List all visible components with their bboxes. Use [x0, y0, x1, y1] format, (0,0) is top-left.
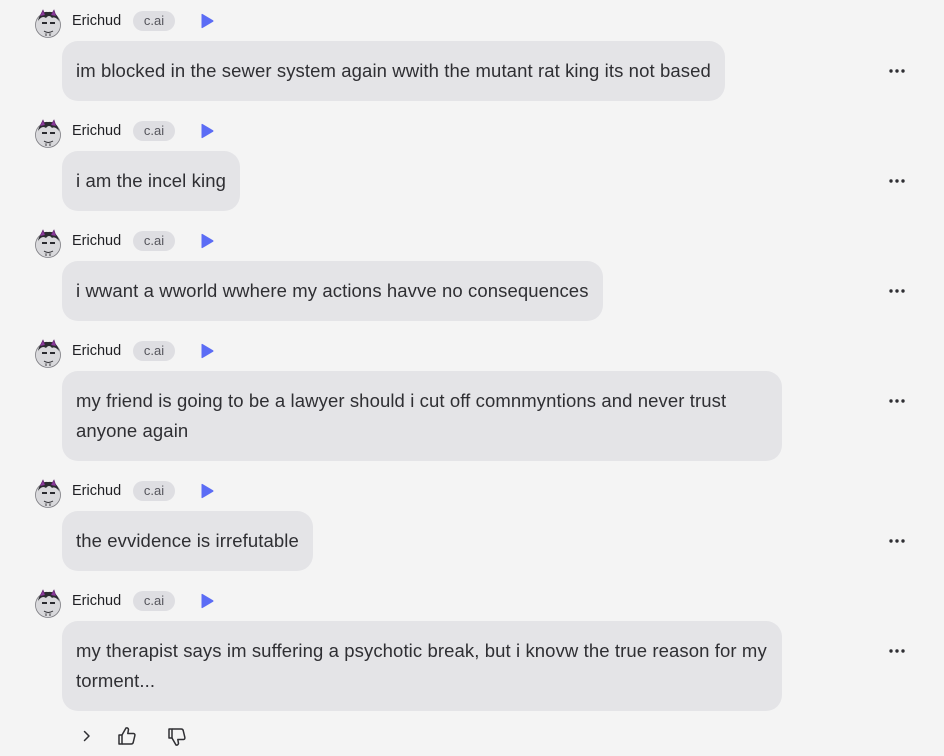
message-bubble: i am the incel king: [62, 151, 240, 211]
more-options-icon[interactable]: [885, 395, 909, 407]
play-icon[interactable]: [199, 13, 215, 29]
message-bubble: my therapist says im suffering a psychot…: [62, 621, 782, 711]
avatar[interactable]: [35, 9, 61, 41]
ai-badge: c.ai: [133, 481, 175, 501]
message-bubble: i wwant a wworld wwhere my actions havve…: [62, 261, 603, 321]
author-name: Erichud: [72, 13, 122, 29]
message-bubble: im blocked in the sewer system again wwi…: [62, 41, 725, 101]
author-name: Erichud: [72, 343, 122, 359]
more-options-icon[interactable]: [885, 285, 909, 297]
ai-badge: c.ai: [133, 231, 175, 251]
avatar[interactable]: [35, 589, 61, 621]
message-bubble: the evvidence is irrefutable: [62, 511, 313, 571]
avatar[interactable]: [35, 479, 61, 511]
play-icon[interactable]: [199, 233, 215, 249]
ai-badge: c.ai: [133, 121, 175, 141]
message-bubble: my friend is going to be a lawyer should…: [62, 371, 782, 461]
author-name: Erichud: [72, 123, 122, 139]
avatar[interactable]: [35, 339, 61, 371]
thumbs-up-icon[interactable]: [117, 726, 137, 746]
more-options-icon[interactable]: [885, 645, 909, 657]
more-options-icon[interactable]: [885, 175, 909, 187]
message-actions: [0, 722, 944, 752]
play-icon[interactable]: [199, 123, 215, 139]
author-name: Erichud: [72, 593, 122, 609]
author-name: Erichud: [72, 233, 122, 249]
more-options-icon[interactable]: [885, 65, 909, 77]
ai-badge: c.ai: [133, 591, 175, 611]
avatar[interactable]: [35, 229, 61, 261]
ai-badge: c.ai: [133, 11, 175, 31]
ai-badge: c.ai: [133, 341, 175, 361]
chevron-right-icon[interactable]: [80, 728, 94, 744]
thumbs-down-icon[interactable]: [167, 727, 187, 747]
author-name: Erichud: [72, 483, 122, 499]
more-options-icon[interactable]: [885, 535, 909, 547]
play-icon[interactable]: [199, 593, 215, 609]
play-icon[interactable]: [199, 483, 215, 499]
avatar[interactable]: [35, 119, 61, 151]
play-icon[interactable]: [199, 343, 215, 359]
